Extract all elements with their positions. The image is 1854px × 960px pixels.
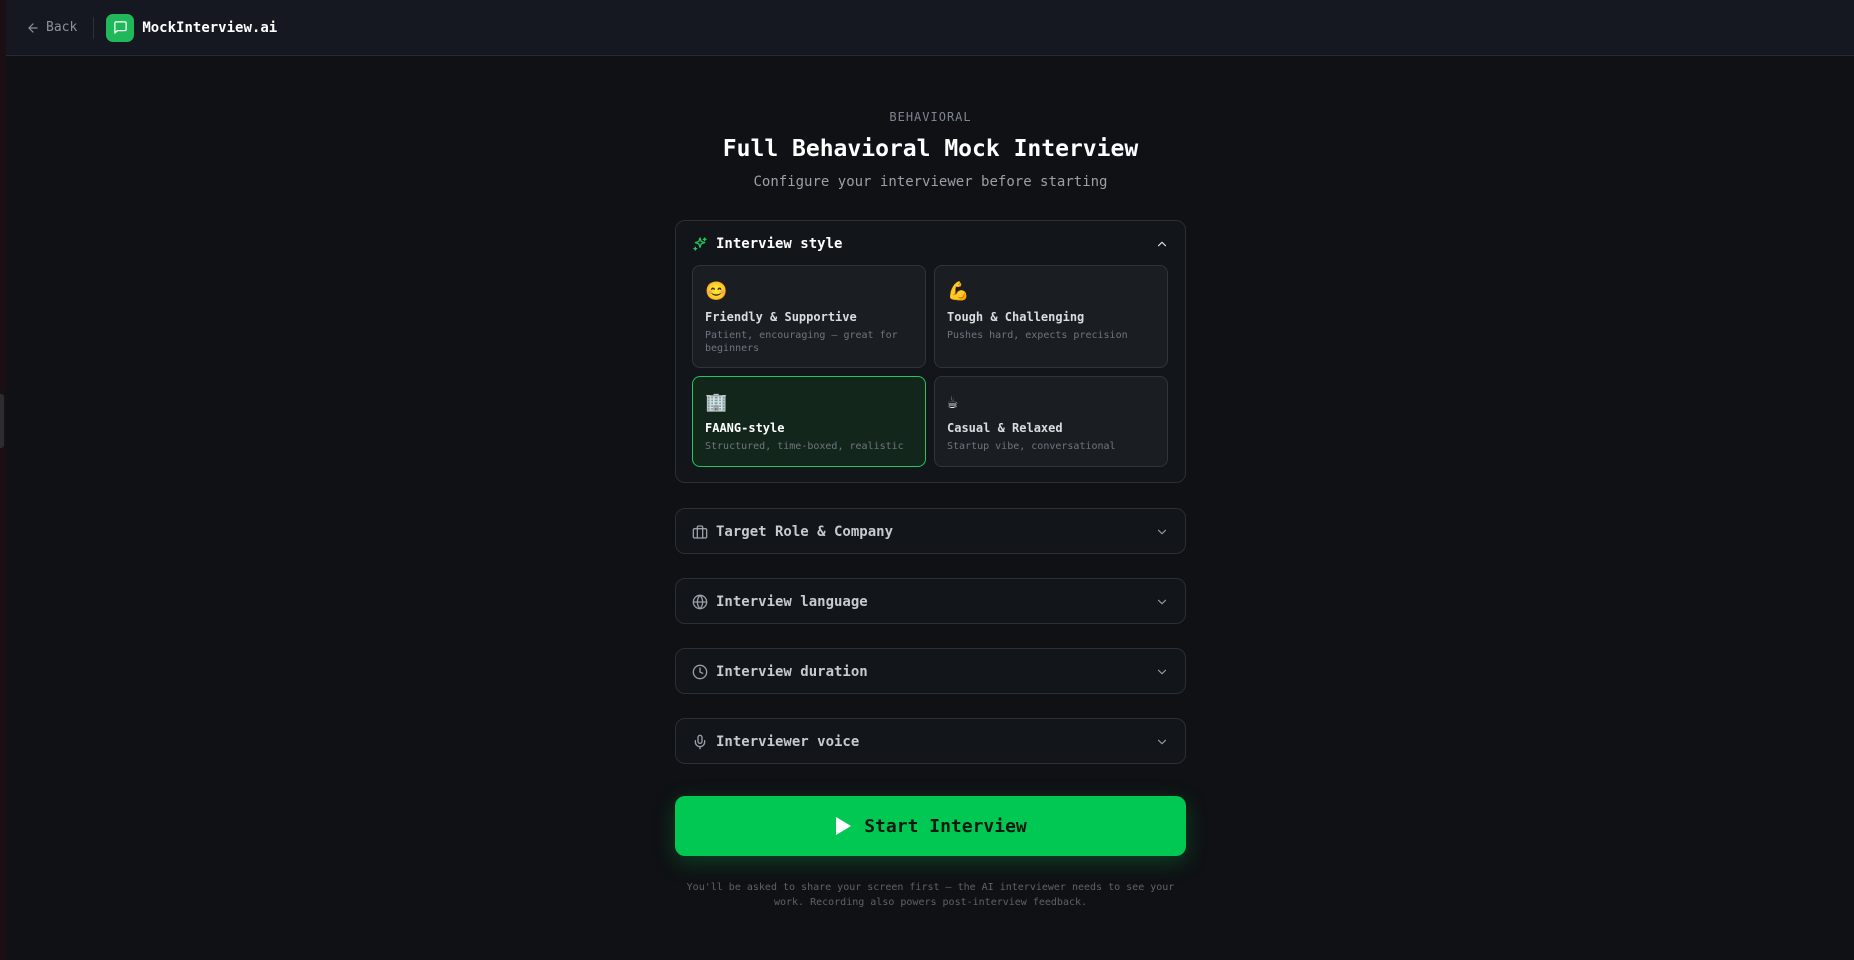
briefcase-icon: [692, 524, 708, 540]
back-label: Back: [46, 20, 78, 35]
globe-icon: [692, 594, 708, 610]
start-interview-label: Start Interview: [864, 815, 1027, 837]
play-icon: [836, 817, 852, 835]
interview-language-title: Interview language: [716, 594, 868, 610]
clock-icon: [692, 664, 708, 680]
page-subtitle: Configure your interviewer before starti…: [753, 174, 1108, 190]
coffee-icon: ☕: [947, 392, 958, 413]
target-role-header[interactable]: Target Role & Company: [676, 509, 1185, 555]
setup-main: BEHAVIORAL Full Behavioral Mock Intervie…: [675, 110, 1186, 908]
interview-style-panel: Interview style 😊 Friendly & Supportive …: [675, 220, 1186, 483]
interview-language-panel[interactable]: Interview language: [675, 578, 1186, 624]
screen-share-note: You'll be asked to share your screen fir…: [675, 880, 1186, 910]
note-line-2: work. Recording also powers post-intervi…: [773, 897, 1088, 908]
arrow-left-icon: [28, 22, 38, 33]
office-building-icon: 🏢: [705, 392, 728, 413]
chevron-up-icon[interactable]: [1155, 237, 1169, 251]
interview-duration-title: Interview duration: [716, 664, 868, 680]
style-option-title: Casual & Relaxed: [947, 421, 1063, 435]
page-title: Full Behavioral Mock Interview: [722, 136, 1139, 162]
chevron-down-icon[interactable]: [1155, 595, 1169, 609]
interviewer-voice-panel[interactable]: Interviewer voice: [675, 718, 1186, 764]
style-option-desc: Patient, encouraging — great for beginne…: [705, 330, 898, 354]
interviewer-voice-title: Interviewer voice: [716, 734, 860, 750]
smile-icon: 😊: [705, 281, 728, 302]
style-option-casual[interactable]: ☕ Casual & Relaxed Startup vibe, convers…: [934, 376, 1168, 467]
interviewer-voice-header[interactable]: Interviewer voice: [676, 719, 1185, 765]
logo: [106, 13, 135, 42]
target-role-title: Target Role & Company: [716, 524, 894, 540]
note-line-1: You'll be asked to share your screen fir…: [686, 882, 1175, 893]
chevron-down-icon[interactable]: [1155, 525, 1169, 539]
flexed-biceps-icon: 💪: [947, 281, 970, 302]
style-option-tough[interactable]: 💪 Tough & Challenging Pushes hard, expec…: [934, 265, 1168, 368]
style-option-title: Tough & Challenging: [947, 310, 1085, 324]
target-role-panel[interactable]: Target Role & Company: [675, 508, 1186, 554]
category-label: BEHAVIORAL: [889, 110, 972, 124]
interview-language-header[interactable]: Interview language: [676, 579, 1185, 625]
interview-duration-panel[interactable]: Interview duration: [675, 648, 1186, 694]
interview-style-title: Interview style: [716, 236, 843, 252]
back-button[interactable]: Back: [22, 16, 81, 39]
style-options-grid: 😊 Friendly & Supportive Patient, encoura…: [692, 265, 1168, 467]
style-option-desc: Startup vibe, conversational: [947, 441, 1116, 452]
microphone-icon: [692, 734, 708, 750]
brand-name: MockInterview.ai: [142, 19, 278, 36]
header-divider: [93, 16, 95, 39]
top-bar: Back MockInterview.ai: [6, 0, 1854, 56]
style-option-title: FAANG-style: [705, 421, 785, 435]
style-option-desc: Pushes hard, expects precision: [947, 330, 1128, 341]
style-option-faang[interactable]: 🏢 FAANG-style Structured, time-boxed, re…: [692, 376, 926, 467]
chevron-down-icon[interactable]: [1155, 735, 1169, 749]
sparkles-icon: [692, 236, 708, 252]
chevron-down-icon[interactable]: [1155, 665, 1169, 679]
interview-style-header[interactable]: Interview style: [676, 221, 1185, 267]
style-option-desc: Structured, time-boxed, realistic: [705, 441, 904, 452]
interview-duration-header[interactable]: Interview duration: [676, 649, 1185, 695]
left-window-strip: [0, 0, 6, 960]
style-option-friendly[interactable]: 😊 Friendly & Supportive Patient, encoura…: [692, 265, 926, 368]
start-interview-button[interactable]: Start Interview: [675, 796, 1186, 856]
style-option-title: Friendly & Supportive: [705, 310, 857, 324]
message-square-icon: [114, 21, 127, 34]
edge-drag-handle[interactable]: [0, 394, 4, 448]
